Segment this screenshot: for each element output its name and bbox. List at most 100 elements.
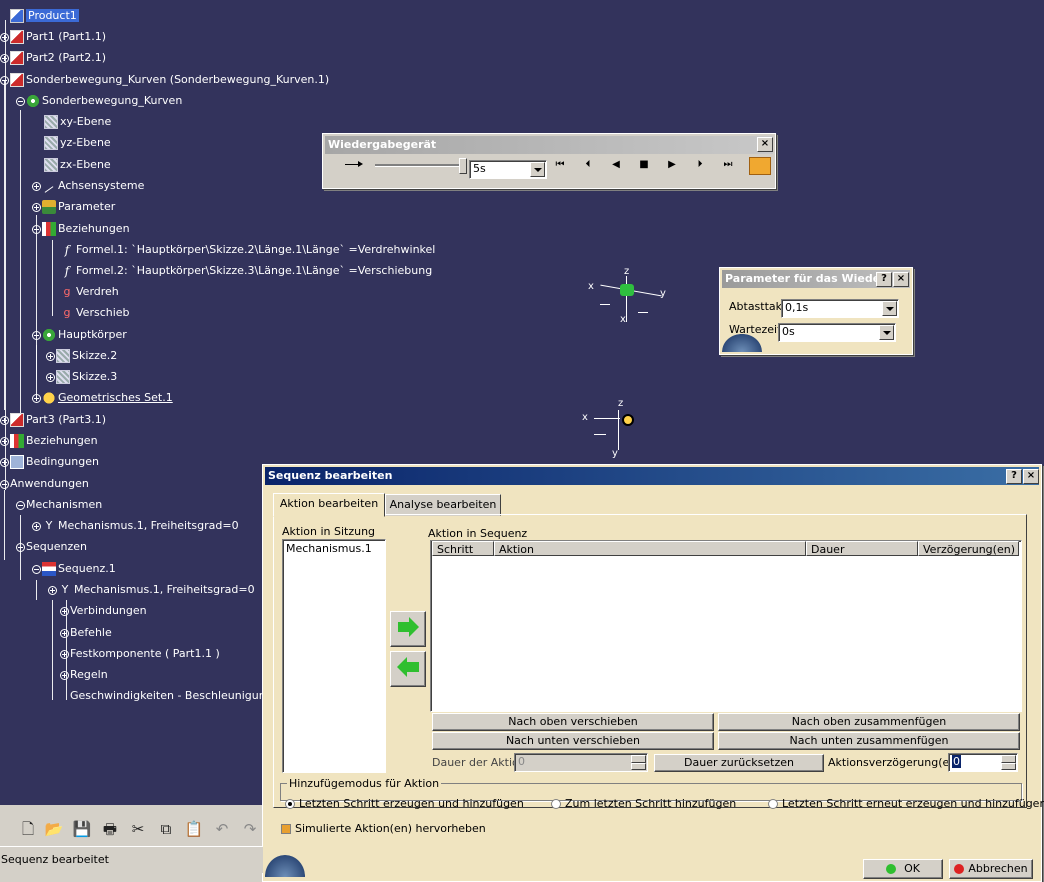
expand-icon[interactable]: [32, 181, 41, 191]
sequence-close-button[interactable]: ×: [1023, 469, 1039, 484]
tree-item-part2[interactable]: Part2 (Part2.1): [0, 48, 106, 67]
cancel-button[interactable]: Abbrechen: [949, 859, 1033, 879]
tree-item-joints[interactable]: Verbindungen: [60, 601, 147, 620]
column-header-delay[interactable]: Verzögerung(en): [918, 541, 1019, 556]
print-icon[interactable]: 🖶: [100, 819, 120, 839]
merge-up-button[interactable]: Nach oben zusammenfügen: [718, 713, 1020, 731]
chevron-down-icon[interactable]: [530, 162, 545, 177]
tab-edit-action[interactable]: Aktion bearbeiten: [273, 493, 385, 517]
move-down-button[interactable]: Nach unten verschieben: [432, 732, 714, 750]
tree-item-main-body[interactable]: Hauptkörper: [32, 325, 127, 344]
add-action-button[interactable]: [390, 611, 426, 647]
expand-icon[interactable]: [32, 393, 41, 403]
session-actions-list[interactable]: Mechanismus.1: [282, 539, 386, 773]
tree-item-relations-root[interactable]: Beziehungen: [0, 431, 98, 450]
player-slider-track[interactable]: [375, 158, 467, 174]
tree-item-mechanisms[interactable]: Mechanismen: [16, 495, 102, 514]
compass-green-marker[interactable]: [620, 284, 634, 296]
expand-icon[interactable]: [0, 415, 9, 425]
radio-create-and-add[interactable]: Letzten Schritt erzeugen und hinzufügen: [285, 797, 524, 810]
tree-item-yz-plane[interactable]: yz-Ebene: [34, 133, 111, 152]
tree-item-applications[interactable]: Anwendungen: [0, 474, 89, 493]
stop-icon[interactable]: ■: [635, 156, 653, 174]
chevron-down-icon[interactable]: [882, 301, 897, 316]
tree-item-speeds-accelerations[interactable]: Geschwindigkeiten - Beschleunigungen: [60, 686, 286, 705]
expand-icon[interactable]: [32, 521, 41, 531]
expand-icon[interactable]: [32, 202, 41, 212]
tree-item-variable-verdreh[interactable]: g Verdreh: [50, 282, 119, 301]
player-parameters-icon[interactable]: [749, 157, 771, 175]
action-delay-field[interactable]: 0: [948, 753, 1018, 772]
remove-action-button[interactable]: [390, 651, 426, 687]
new-icon[interactable]: 🗋: [18, 819, 38, 839]
sequence-titlebar[interactable]: Sequenz bearbeiten: [265, 467, 1039, 485]
play-back-icon[interactable]: ◀: [607, 156, 625, 174]
undo-icon[interactable]: ↶: [212, 819, 232, 839]
collapse-icon[interactable]: [32, 224, 41, 234]
highlight-checkbox-row[interactable]: Simulierte Aktion(en) hervorheben: [281, 822, 486, 835]
expand-icon[interactable]: [0, 32, 9, 42]
sequence-help-button[interactable]: ?: [1006, 469, 1022, 484]
tree-item-sketch-2[interactable]: Skizze.2: [46, 346, 117, 365]
expand-icon[interactable]: [0, 457, 9, 467]
action-duration-spinner[interactable]: [631, 755, 646, 770]
collapse-icon[interactable]: [16, 96, 25, 106]
tree-item-laws[interactable]: Regeln: [60, 665, 108, 684]
expand-icon[interactable]: [60, 670, 69, 680]
sample-rate-select[interactable]: 0,1s: [781, 299, 899, 318]
open-icon[interactable]: 📂: [44, 819, 64, 839]
highlight-checkbox[interactable]: [281, 824, 291, 834]
step-back-icon[interactable]: ⏴: [579, 156, 597, 174]
sequence-actions-table[interactable]: Schritt Aktion Dauer Verzögerung(en): [430, 540, 1022, 712]
tree-item-relations[interactable]: Beziehungen: [32, 219, 130, 238]
expand-icon[interactable]: [0, 53, 9, 63]
tree-item-sequences[interactable]: Sequenzen: [16, 537, 87, 556]
params-help-button[interactable]: ?: [876, 272, 892, 287]
expand-icon[interactable]: [46, 351, 55, 361]
expand-icon[interactable]: [60, 628, 69, 638]
skip-to-end-icon[interactable]: ⏭: [719, 156, 737, 174]
collapse-icon[interactable]: [32, 330, 41, 340]
action-duration-field[interactable]: 0: [514, 753, 648, 772]
merge-down-button[interactable]: Nach unten zusammenfügen: [718, 732, 1020, 750]
ok-button[interactable]: OK: [863, 859, 943, 879]
play-forward-icon[interactable]: ▶: [663, 156, 681, 174]
expand-icon[interactable]: [60, 649, 69, 659]
collapse-icon[interactable]: [32, 564, 41, 574]
params-close-button[interactable]: ×: [893, 272, 909, 287]
radio-add-to-last[interactable]: Zum letzten Schritt hinzufügen: [551, 797, 736, 810]
tree-item-parameters[interactable]: Parameter: [32, 197, 115, 216]
skip-to-start-icon[interactable]: ⏮: [551, 156, 569, 174]
radio-recreate-and-add[interactable]: Letzten Schritt erneut erzeugen und hinz…: [768, 797, 1044, 810]
collapse-icon[interactable]: [0, 75, 9, 85]
expand-icon[interactable]: [60, 606, 69, 616]
tree-item-zx-plane[interactable]: zx-Ebene: [34, 155, 111, 174]
tree-item-constraints[interactable]: Bedingungen: [0, 452, 99, 471]
step-forward-icon[interactable]: ⏵: [691, 156, 709, 174]
column-header-step[interactable]: Schritt: [432, 541, 494, 556]
paste-icon[interactable]: 📋: [184, 819, 204, 839]
tab-edit-analysis[interactable]: Analyse bearbeiten: [385, 494, 501, 516]
tree-item-formula-2[interactable]: f Formel.2: `Hauptkörper\Skizze.3\Länge.1…: [50, 261, 432, 280]
action-delay-spinner[interactable]: [1001, 755, 1016, 770]
expand-icon[interactable]: [48, 585, 57, 595]
player-titlebar[interactable]: Wiedergabegerät: [325, 136, 773, 154]
chevron-down-icon[interactable]: [879, 325, 894, 340]
redo-icon[interactable]: ↷: [240, 819, 260, 839]
tree-item-fixed-part[interactable]: Festkomponente ( Part1.1 ): [60, 644, 220, 663]
column-header-action[interactable]: Aktion: [494, 541, 806, 556]
tree-item-part1[interactable]: Part1 (Part1.1): [0, 27, 106, 46]
tree-item-sonderbewegung-instance[interactable]: Sonderbewegung_Kurven (Sonderbewegung_Ku…: [0, 70, 329, 89]
tree-item-formula-1[interactable]: f Formel.1: `Hauptkörper\Skizze.2\Länge.1…: [50, 240, 436, 259]
collapse-icon[interactable]: [16, 500, 25, 510]
radio-button[interactable]: [768, 799, 778, 809]
tree-item-sketch-3[interactable]: Skizze.3: [46, 367, 117, 386]
tree-item-variable-verschieb[interactable]: g Verschieb: [50, 303, 130, 322]
expand-icon[interactable]: [0, 436, 9, 446]
tree-item-commands[interactable]: Befehle: [60, 623, 112, 642]
tree-item-sequence-1[interactable]: Sequenz.1: [32, 559, 116, 578]
reset-duration-button[interactable]: Dauer zurücksetzen: [654, 754, 824, 772]
collapse-icon[interactable]: [0, 479, 9, 489]
player-slider-thumb[interactable]: [459, 158, 467, 174]
tree-item-mechanism-1[interactable]: Y Mechanismus.1, Freiheitsgrad=0: [32, 516, 239, 535]
